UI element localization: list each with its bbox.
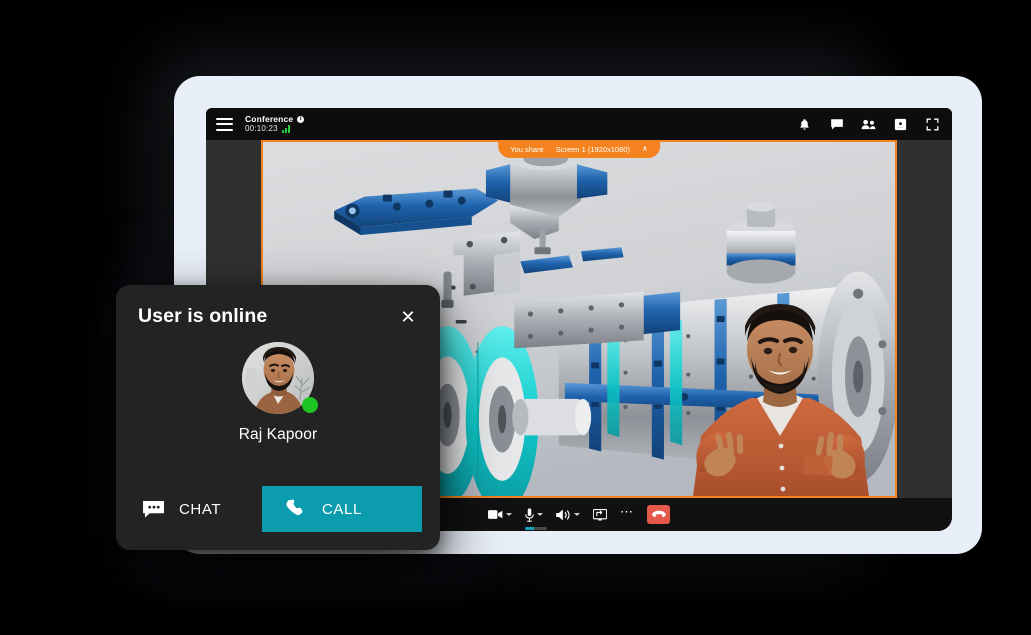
chevron-down-icon[interactable] [537, 513, 543, 516]
screen-share-icon [593, 508, 607, 521]
call-button-label: CALL [322, 500, 362, 518]
info-icon[interactable]: i [297, 115, 305, 123]
share-label: You share [510, 145, 544, 154]
user-name: Raj Kapoor [238, 426, 318, 443]
chat-button-label: CHAT [179, 500, 222, 518]
hamburger-menu-icon[interactable] [216, 117, 233, 131]
phone-hangup-icon [651, 510, 666, 518]
video-camera-icon [488, 510, 503, 519]
chat-bubble-icon[interactable] [829, 117, 844, 132]
chevron-up-icon[interactable]: ∧ [642, 144, 648, 153]
more-options-button[interactable]: ⋯ [620, 505, 634, 518]
people-icon[interactable] [861, 117, 876, 132]
close-icon[interactable]: ✕ [398, 307, 418, 327]
bell-icon[interactable] [797, 117, 812, 132]
presenter-video-overlay [665, 286, 895, 496]
share-screen-control[interactable] [593, 508, 607, 521]
user-card-actions: CHAT CALL [116, 486, 440, 550]
status-badge-online [302, 397, 318, 413]
chat-button[interactable]: CHAT [116, 500, 221, 519]
microphone-icon [525, 507, 534, 522]
chevron-down-icon[interactable] [574, 513, 580, 516]
user-card-header: User is online ✕ [116, 285, 440, 328]
speaker-control[interactable] [556, 509, 580, 521]
call-button[interactable]: CALL [262, 486, 422, 532]
screenshot-root: Conference i 00:10:23 You share Screen 1… [0, 0, 1031, 635]
signal-strength-icon [281, 124, 290, 133]
app-top-bar: Conference i 00:10:23 [206, 108, 952, 140]
conference-timer: 00:10:23 [245, 124, 278, 134]
user-card-title: User is online [138, 305, 268, 327]
speaker-icon [556, 509, 570, 520]
hang-up-button[interactable] [647, 505, 670, 524]
avatar-wrapper [242, 342, 318, 414]
camera-control[interactable] [488, 509, 512, 520]
user-online-card: User is online ✕ Raj Kapoor CHAT CALL [116, 285, 440, 550]
chat-bubble-icon [143, 500, 164, 518]
top-bar-actions [797, 117, 940, 132]
conference-title: Conference [245, 113, 294, 124]
record-screen-icon[interactable] [893, 117, 908, 132]
share-source-pill[interactable]: You share Screen 1 (1920x1080) ∧ [498, 142, 660, 158]
conference-meta: Conference i 00:10:23 [245, 113, 305, 134]
chevron-down-icon[interactable] [506, 513, 512, 516]
mic-level-meter [525, 526, 547, 530]
share-source: Screen 1 (1920x1080) [555, 145, 630, 154]
microphone-control[interactable] [525, 507, 547, 530]
fullscreen-icon[interactable] [925, 117, 940, 132]
phone-icon [286, 499, 303, 516]
